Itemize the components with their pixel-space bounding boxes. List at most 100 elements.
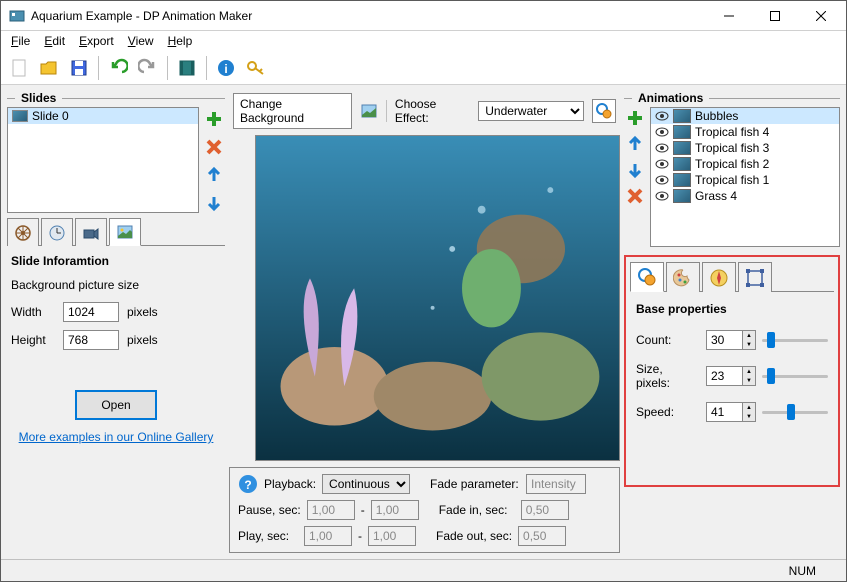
gallery-link[interactable]: More examples in our Online Gallery	[11, 430, 221, 444]
slide-item[interactable]: Slide 0	[8, 108, 198, 124]
menu-help[interactable]: Help	[162, 32, 199, 50]
anim-down-icon[interactable]	[626, 161, 644, 179]
width-input[interactable]	[63, 302, 119, 322]
count-spinner[interactable]: ▲▼	[706, 330, 756, 350]
speed-slider[interactable]	[762, 403, 828, 421]
new-button[interactable]	[5, 54, 33, 82]
delete-slide-icon[interactable]	[204, 137, 224, 157]
key-button[interactable]	[242, 54, 270, 82]
save-button[interactable]	[65, 54, 93, 82]
props-tab-general-icon[interactable]	[630, 262, 664, 292]
minimize-button[interactable]	[706, 1, 752, 31]
move-down-icon[interactable]	[204, 193, 224, 213]
toolbar: i	[1, 51, 846, 85]
effect-settings-button[interactable]	[592, 99, 616, 123]
eye-icon[interactable]	[655, 173, 669, 187]
anim-name: Bubbles	[695, 109, 738, 123]
fade-param-input	[526, 474, 586, 494]
choose-effect-label: Choose Effect:	[395, 97, 470, 125]
animation-item[interactable]: Tropical fish 3	[651, 140, 839, 156]
svg-text:i: i	[224, 62, 227, 76]
props-title: Base properties	[636, 302, 828, 316]
playback-mode-select[interactable]: Continuous	[322, 474, 410, 494]
props-tab-compass-icon[interactable]	[702, 262, 736, 292]
count-slider[interactable]	[762, 331, 828, 349]
delete-anim-icon[interactable]	[626, 187, 644, 205]
props-tab-palette-icon[interactable]	[666, 262, 700, 292]
statusbar: NUM	[1, 559, 846, 581]
chevron-down-icon[interactable]: ▼	[743, 376, 755, 385]
chevron-up-icon[interactable]: ▲	[743, 331, 755, 340]
anim-up-icon[interactable]	[626, 135, 644, 153]
close-button[interactable]	[798, 1, 844, 31]
size-spinner[interactable]: ▲▼	[706, 366, 756, 386]
tab-camera-icon[interactable]	[75, 218, 107, 246]
speed-spinner[interactable]: ▲▼	[706, 402, 756, 422]
playback-label: Playback:	[264, 477, 316, 491]
menu-file[interactable]: File	[5, 32, 36, 50]
effect-select[interactable]: Underwater	[478, 101, 584, 121]
tab-image-icon[interactable]	[109, 218, 141, 246]
maximize-button[interactable]	[752, 1, 798, 31]
center-toolbar: Change Background Choose Effect: Underwa…	[229, 91, 620, 135]
menu-export[interactable]: Export	[73, 32, 120, 50]
bg-image-icon[interactable]	[360, 102, 378, 120]
add-slide-icon[interactable]	[204, 109, 224, 129]
add-anim-icon[interactable]	[626, 109, 644, 127]
redo-button[interactable]	[134, 54, 162, 82]
underwater-scene	[256, 135, 619, 461]
slides-list[interactable]: Slide 0	[7, 107, 199, 213]
eye-icon[interactable]	[655, 189, 669, 203]
animation-item[interactable]: Tropical fish 4	[651, 124, 839, 140]
width-unit: pixels	[127, 305, 158, 319]
slide-name: Slide 0	[32, 109, 69, 123]
film-button[interactable]	[173, 54, 201, 82]
open-button[interactable]	[35, 54, 63, 82]
play-label: Play, sec:	[238, 529, 298, 543]
chevron-up-icon[interactable]: ▲	[743, 367, 755, 376]
properties-tabs	[630, 261, 834, 292]
open-image-button[interactable]: Open	[75, 390, 156, 420]
animation-item[interactable]: Tropical fish 2	[651, 156, 839, 172]
undo-button[interactable]	[104, 54, 132, 82]
app-icon	[9, 8, 25, 24]
count-label: Count:	[636, 333, 700, 347]
change-background-button[interactable]: Change Background	[233, 93, 352, 129]
chevron-down-icon[interactable]: ▼	[743, 340, 755, 349]
window-buttons	[706, 1, 844, 31]
fade-in-label: Fade in, sec:	[439, 503, 515, 517]
animation-item[interactable]: Tropical fish 1	[651, 172, 839, 188]
props-tab-bounds-icon[interactable]	[738, 262, 772, 292]
height-input[interactable]	[63, 330, 119, 350]
center-panel: Change Background Choose Effect: Underwa…	[229, 91, 620, 553]
num-lock-indicator: NUM	[789, 564, 816, 578]
main-body: Slides Slide 0	[1, 85, 846, 559]
move-up-icon[interactable]	[204, 165, 224, 185]
eye-icon[interactable]	[655, 125, 669, 139]
anim-thumb-icon	[673, 189, 691, 203]
eye-icon[interactable]	[655, 109, 669, 123]
anim-name: Tropical fish 4	[695, 125, 769, 139]
tab-wheel-icon[interactable]	[7, 218, 39, 246]
tab-clock-icon[interactable]	[41, 218, 73, 246]
chevron-up-icon[interactable]: ▲	[743, 403, 755, 412]
height-unit: pixels	[127, 333, 158, 347]
fade-out-input	[518, 526, 566, 546]
eye-icon[interactable]	[655, 157, 669, 171]
canvas-preview[interactable]	[255, 135, 620, 461]
animation-item[interactable]: Bubbles	[651, 108, 839, 124]
anim-name: Grass 4	[695, 189, 737, 203]
fade-in-input	[521, 500, 569, 520]
info-button[interactable]: i	[212, 54, 240, 82]
animations-list[interactable]: BubblesTropical fish 4Tropical fish 3Tro…	[650, 107, 840, 247]
help-icon[interactable]: ?	[238, 474, 258, 494]
anim-thumb-icon	[673, 173, 691, 187]
menu-view[interactable]: View	[122, 32, 160, 50]
eye-icon[interactable]	[655, 141, 669, 155]
chevron-down-icon[interactable]: ▼	[743, 412, 755, 421]
menu-edit[interactable]: Edit	[38, 32, 71, 50]
anim-name: Tropical fish 2	[695, 157, 769, 171]
fade-param-label: Fade parameter:	[430, 477, 520, 491]
size-slider[interactable]	[762, 367, 828, 385]
animation-item[interactable]: Grass 4	[651, 188, 839, 204]
